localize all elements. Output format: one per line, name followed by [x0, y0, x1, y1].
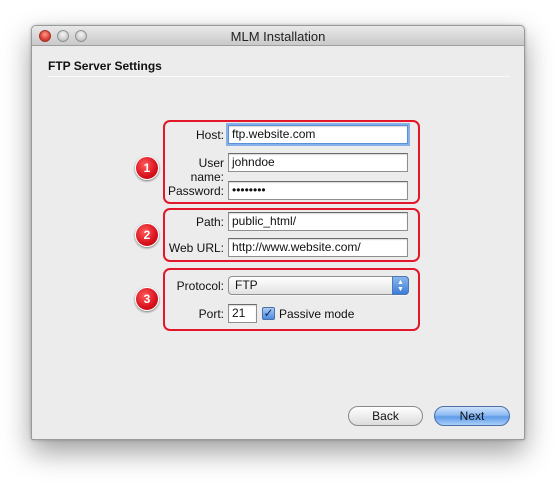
- weburl-label: Web URL:: [168, 241, 224, 255]
- path-input[interactable]: public_html/: [228, 212, 408, 231]
- protocol-select[interactable]: FTP ▲ ▼: [228, 276, 409, 295]
- password-input[interactable]: ••••••••: [228, 181, 408, 200]
- section-title: FTP Server Settings: [48, 59, 162, 73]
- annotation-badge-1: 1: [135, 156, 159, 180]
- password-label: Password:: [167, 184, 224, 198]
- up-down-arrows-icon: ▲ ▼: [392, 276, 409, 295]
- next-button[interactable]: Next: [434, 406, 510, 426]
- back-button[interactable]: Back: [348, 406, 423, 426]
- passive-mode-label: Passive mode: [279, 307, 355, 321]
- protocol-label: Protocol:: [176, 279, 224, 293]
- port-input[interactable]: 21: [228, 304, 257, 323]
- port-label: Port:: [198, 307, 224, 321]
- host-input[interactable]: ftp.website.com: [228, 125, 408, 144]
- weburl-input[interactable]: http://www.website.com/: [228, 238, 408, 257]
- path-label: Path:: [195, 215, 224, 229]
- annotation-badge-2: 2: [135, 223, 159, 247]
- username-input[interactable]: johndoe: [228, 153, 408, 172]
- host-label: Host:: [195, 128, 224, 142]
- passive-mode-checkbox[interactable]: ✓: [262, 307, 275, 320]
- window-title: MLM Installation: [230, 29, 326, 44]
- checkmark-icon: ✓: [263, 306, 274, 320]
- installer-window: MLM Installation FTP Server Settings 1 H…: [31, 25, 525, 440]
- section-divider: [48, 76, 510, 77]
- protocol-selected-value: FTP: [235, 278, 258, 292]
- annotation-badge-3: 3: [135, 287, 159, 311]
- username-label: User name:: [190, 156, 224, 184]
- title-bar: MLM Installation: [32, 26, 524, 46]
